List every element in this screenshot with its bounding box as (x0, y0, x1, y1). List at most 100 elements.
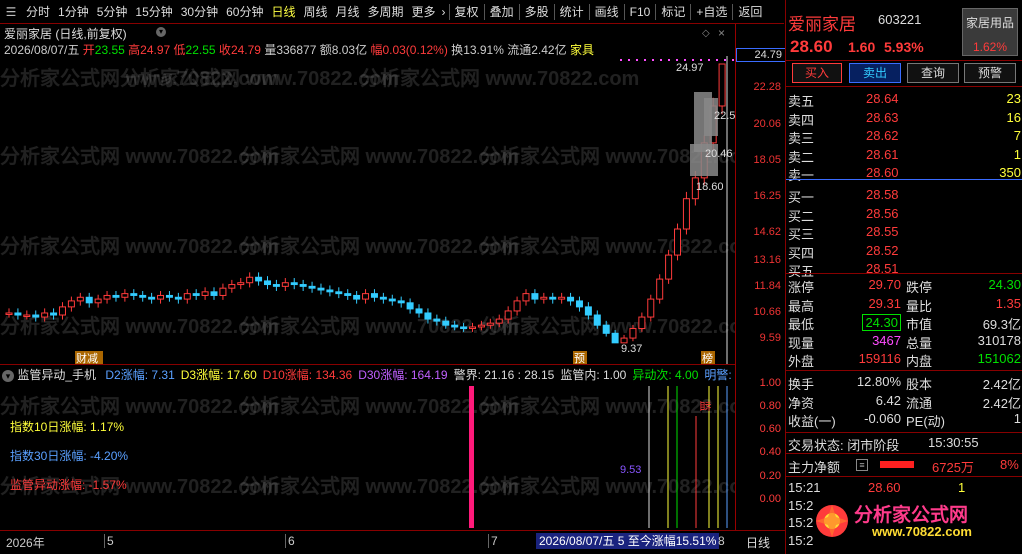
candle-body (495, 318, 503, 324)
jian-label: 监 (698, 400, 711, 412)
indicator-tick: 1.00 (759, 377, 781, 389)
bid-row[interactable]: 买三 28.55 (786, 223, 1022, 242)
price-tick: 13.16 (753, 254, 781, 266)
candle-body (210, 291, 218, 296)
vol-value: 336877 (276, 43, 317, 57)
candle-body (406, 302, 414, 310)
annotation-20-46: 20.46 (705, 148, 733, 160)
candle-body (540, 296, 548, 300)
query-button[interactable]: 查询 (907, 63, 959, 83)
stat2-row: 净资 6.42 流通 2.42亿 (786, 392, 1022, 411)
indicator-name[interactable]: 监管异动_手机 (17, 368, 96, 382)
chg-label: 幅 (370, 43, 383, 57)
stat-value: 24.30 (988, 277, 1021, 292)
ask-row[interactable]: 卖二 28.61 1 (786, 146, 1022, 165)
stat-label: 现量 (788, 335, 815, 351)
candle-body (397, 300, 405, 304)
sector-box[interactable]: 家居用品 1.62% (962, 8, 1018, 56)
stat-label: 总量 (906, 335, 933, 351)
dotted-line-mark (724, 59, 726, 61)
bid-row[interactable]: 买一 28.58 (786, 186, 1022, 205)
logo-title: 分析家公式网 (854, 505, 969, 526)
candle-body (14, 312, 22, 316)
candle-body (192, 293, 200, 296)
indicator-item-label: D30涨幅: (358, 368, 411, 382)
tick-time: 15:2 (788, 497, 814, 513)
indicator-item-value: 1.00 (602, 368, 627, 382)
sell-button[interactable]: 卖出 (849, 63, 901, 83)
level-price: 28.51 (866, 261, 899, 277)
event-marker-forecast[interactable]: 预 (574, 352, 585, 364)
trade-status: 交易状态: 闭市阶段 (788, 438, 900, 453)
candle-body (76, 296, 84, 302)
candle-body (567, 296, 575, 302)
candlestick-chart[interactable]: 24.97 22.5 20.46 18.60 9.37 财减 预 榜 (0, 56, 735, 364)
dotted-line-mark (660, 59, 662, 61)
tick-time: 15:21 (788, 480, 821, 495)
year-label: 2026年 (6, 536, 45, 550)
level-price: 28.58 (866, 187, 899, 202)
tick-row: 15:21 28.60 1 (786, 479, 1022, 498)
dotted-line-mark (676, 59, 678, 61)
candle-body (157, 294, 165, 300)
candle-body (682, 198, 690, 230)
level-price: 28.61 (866, 146, 899, 162)
stat-value: 12.80% (856, 374, 901, 389)
list-icon[interactable]: ≡ (856, 459, 868, 471)
candle-body (593, 314, 601, 326)
stat-row: 现量 3467 总量 310178 (786, 332, 1022, 351)
candle-body (656, 278, 664, 300)
chart-close-icon[interactable]: × (718, 26, 725, 40)
candle-body (174, 296, 182, 300)
stat-value: 1 (1013, 411, 1021, 427)
candle-body (549, 296, 557, 300)
close-value: 24.79 (230, 43, 261, 57)
price-tick: 18.05 (753, 154, 781, 166)
period-label[interactable]: 日线 (746, 534, 770, 551)
indicator-tick: 0.00 (759, 493, 781, 505)
price-change-pct: 5.93% (884, 39, 924, 55)
stat-value: 6.42 (875, 392, 901, 408)
stat-row: 最低 24.30 市值 69.3亿 (786, 313, 1022, 332)
title-dropdown-icon[interactable]: ▾ (156, 27, 166, 37)
event-marker-list[interactable]: 榜 (702, 351, 713, 364)
ask-row[interactable]: 卖四 28.63 16 (786, 109, 1022, 128)
buy-button[interactable]: 买入 (792, 63, 842, 83)
event-marker-finance[interactable]: 财减 (76, 351, 98, 364)
ask-row[interactable]: 卖一 28.60 350 (786, 164, 1022, 183)
level-volume: 16 (1006, 109, 1021, 125)
low-label: 低 (173, 43, 186, 57)
value-953: 9.53 (620, 464, 642, 476)
candle-body (558, 296, 566, 300)
stat2-row: 换手 12.80% 股本 2.42亿 (786, 373, 1022, 392)
ask-row[interactable]: 卖五 28.64 23 (786, 90, 1022, 109)
vol-label: 量 (264, 43, 277, 57)
stock-name: 爱丽家居 (788, 15, 856, 34)
dotted-line-mark (692, 59, 694, 61)
bid-row[interactable]: 买二 28.56 (786, 205, 1022, 224)
level-label: 卖三 (788, 131, 815, 147)
stat-label: 最高 (788, 298, 815, 314)
candle-body (201, 291, 209, 296)
level-label: 买二 (788, 208, 815, 224)
range-info: 2026/08/07/五 5 至今涨幅15.51% (536, 533, 720, 549)
candle-body (469, 326, 477, 330)
candle-body (602, 324, 610, 334)
indicator-dropdown-icon[interactable]: ▾ (2, 369, 14, 382)
candle-body (424, 312, 432, 320)
stat-label: 换手 (788, 377, 815, 392)
price-change: 1.60 (848, 39, 876, 55)
indicator-tick: 0.40 (759, 446, 781, 458)
indicator-item-label: D2涨幅: (105, 368, 152, 382)
bid-row[interactable]: 买四 28.52 (786, 242, 1022, 261)
candle-body (67, 300, 75, 308)
candle-body (718, 63, 726, 107)
amt-value: 8.03亿 (331, 43, 368, 57)
candle-body (219, 287, 227, 296)
stat-value: 310178 (977, 332, 1021, 348)
ask-row[interactable]: 卖三 28.62 7 (786, 127, 1022, 146)
alert-button[interactable]: 预警 (964, 63, 1016, 83)
stat-label: 收益(一) (788, 414, 836, 430)
level-price: 28.56 (866, 205, 899, 221)
candle-body (41, 312, 49, 318)
